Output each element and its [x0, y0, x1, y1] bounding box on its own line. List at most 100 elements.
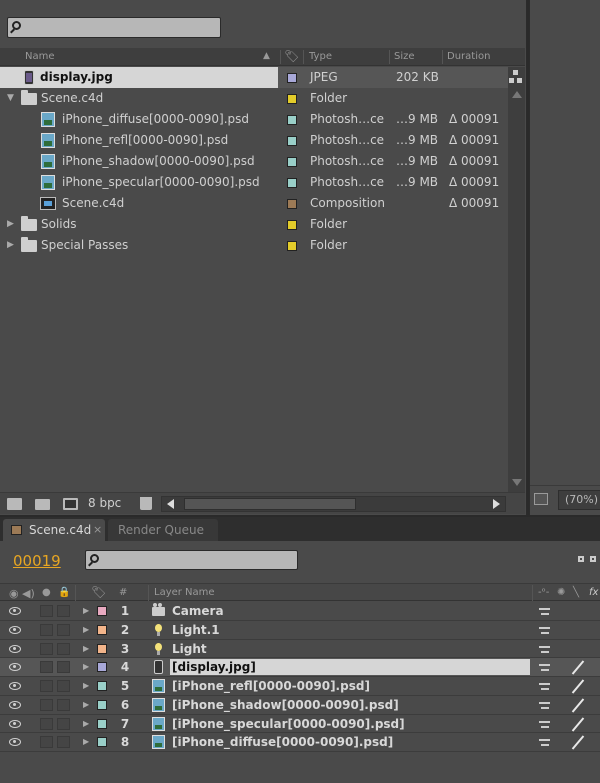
scroll-down-arrow-icon[interactable]: [512, 479, 522, 486]
eye-icon[interactable]: [9, 644, 21, 653]
scroll-right-arrow-icon[interactable]: [493, 499, 500, 509]
flowchart-icon[interactable]: [509, 70, 523, 84]
solo-box[interactable]: [40, 736, 53, 749]
layer-row[interactable]: ▶ 1 Camera: [0, 602, 600, 621]
timeline-search-input[interactable]: [85, 550, 298, 570]
eye-icon[interactable]: [9, 738, 21, 747]
quality-toggle-icon[interactable]: [571, 717, 585, 731]
eye-icon[interactable]: [9, 700, 21, 709]
collapsed-triangle-icon[interactable]: ▶: [83, 677, 89, 695]
shy-toggle[interactable]: [538, 681, 552, 691]
project-item[interactable]: ▶ Solids Folder: [0, 214, 508, 235]
bit-depth-button[interactable]: 8 bpc: [88, 496, 121, 510]
collapsed-triangle-icon[interactable]: ▶: [83, 640, 89, 658]
label-color-swatch[interactable]: [287, 136, 297, 146]
layer-row[interactable]: ▶ 5 [iPhone_refl[0000-0090].psd]: [0, 677, 600, 696]
column-layer-name[interactable]: Layer Name: [154, 587, 215, 598]
new-composition-icon[interactable]: [63, 498, 78, 510]
lock-box[interactable]: [57, 623, 70, 636]
project-horizontal-scrollbar[interactable]: [161, 496, 506, 512]
solo-box[interactable]: [40, 605, 53, 617]
column-name[interactable]: Name: [25, 51, 55, 62]
shy-toggle[interactable]: [538, 606, 552, 616]
collapsed-triangle-icon[interactable]: ▶: [7, 235, 14, 256]
layer-row[interactable]: ▶ 4 [display.jpg]: [0, 658, 600, 677]
region-of-interest-icon[interactable]: [534, 493, 548, 505]
comp-flowchart-icon[interactable]: [578, 554, 600, 566]
solo-box[interactable]: [40, 623, 53, 636]
quality-toggle-icon[interactable]: [571, 735, 585, 749]
collapsed-triangle-icon[interactable]: ▶: [83, 621, 89, 639]
collapsed-triangle-icon[interactable]: ▶: [83, 715, 89, 733]
label-color-swatch[interactable]: [287, 220, 297, 230]
label-color-swatch[interactable]: [287, 73, 297, 83]
project-item[interactable]: Scene.c4d Composition Δ 00091: [0, 193, 508, 214]
collapsed-triangle-icon[interactable]: ▶: [83, 602, 89, 620]
eye-icon[interactable]: [9, 607, 21, 615]
close-icon[interactable]: ×: [93, 519, 102, 541]
new-folder-icon[interactable]: [35, 499, 50, 510]
scroll-left-arrow-icon[interactable]: [167, 499, 174, 509]
lock-box[interactable]: [57, 661, 70, 674]
collapsed-triangle-icon[interactable]: ▶: [7, 214, 14, 235]
eye-icon[interactable]: [9, 625, 21, 634]
project-item[interactable]: ▶ Special Passes Folder: [0, 235, 508, 256]
sort-ascending-icon[interactable]: ▲: [263, 51, 270, 61]
expanded-triangle-icon[interactable]: ▼: [7, 88, 14, 109]
solo-box[interactable]: [40, 698, 53, 711]
label-color-swatch[interactable]: [97, 624, 107, 635]
lock-icon[interactable]: 🔒: [58, 587, 70, 598]
project-item[interactable]: iPhone_diffuse[0000-0090].psd Photosh…ce…: [0, 109, 508, 130]
collapsed-triangle-icon[interactable]: ▶: [83, 733, 89, 751]
quality-toggle-icon[interactable]: [571, 698, 585, 712]
shy-switch-icon[interactable]: -ᵒ-: [538, 587, 549, 598]
magnification-dropdown[interactable]: (70%): [558, 490, 600, 510]
scroll-up-arrow-icon[interactable]: [512, 91, 522, 98]
layer-row[interactable]: ▶ 3 Light: [0, 640, 600, 659]
collapsed-triangle-icon[interactable]: ▶: [83, 696, 89, 714]
layer-row[interactable]: ▶ 8 [iPhone_diffuse[0000-0090].psd]: [0, 733, 600, 752]
label-color-swatch[interactable]: [97, 606, 107, 616]
project-vertical-scrollbar[interactable]: [508, 67, 525, 492]
project-search-input[interactable]: [7, 17, 221, 38]
label-color-swatch[interactable]: [97, 737, 107, 748]
video-switch-icon[interactable]: ◉: [9, 587, 19, 600]
lock-box[interactable]: [57, 698, 70, 711]
current-time-display[interactable]: 00019: [13, 552, 61, 570]
label-color-swatch[interactable]: [97, 718, 107, 729]
project-item[interactable]: ▼ Scene.c4d Folder: [0, 88, 508, 109]
shy-toggle[interactable]: [538, 719, 552, 729]
shy-toggle[interactable]: [538, 700, 552, 710]
shy-toggle[interactable]: [538, 625, 552, 635]
tab-scene-c4d[interactable]: Scene.c4d ×: [3, 519, 105, 541]
project-item[interactable]: iPhone_specular[0000-0090].psd Photosh…c…: [0, 172, 508, 193]
eye-icon[interactable]: [9, 682, 21, 690]
lock-box[interactable]: [57, 736, 70, 749]
collapse-switch-icon[interactable]: ✺: [557, 587, 565, 598]
interpret-footage-icon[interactable]: [7, 498, 22, 510]
label-color-swatch[interactable]: [97, 699, 107, 710]
label-color-swatch[interactable]: [287, 178, 297, 188]
solo-box[interactable]: [40, 661, 53, 674]
eye-icon[interactable]: [9, 663, 21, 672]
label-color-swatch[interactable]: [97, 662, 107, 673]
solo-switch-icon[interactable]: ●: [42, 587, 51, 598]
audio-switch-icon[interactable]: ◀): [22, 587, 35, 600]
column-type[interactable]: Type: [309, 51, 332, 62]
project-item[interactable]: iPhone_refl[0000-0090].psd Photosh…ce …9…: [0, 130, 508, 151]
lock-box[interactable]: [57, 717, 70, 730]
layer-row[interactable]: ▶ 2 Light.1: [0, 621, 600, 640]
quality-toggle-icon[interactable]: [571, 679, 585, 693]
label-color-swatch[interactable]: [287, 94, 297, 104]
label-tag-icon[interactable]: 🏷: [91, 585, 106, 599]
lock-box[interactable]: [57, 680, 70, 692]
effects-switch-icon[interactable]: fx: [589, 587, 598, 598]
label-color-swatch[interactable]: [97, 643, 107, 654]
label-color-swatch[interactable]: [97, 681, 107, 691]
layer-row[interactable]: ▶ 7 [iPhone_specular[0000-0090].psd]: [0, 715, 600, 734]
solo-box[interactable]: [40, 717, 53, 730]
project-item[interactable]: display.jpg JPEG 202 KB: [0, 67, 508, 88]
collapsed-triangle-icon[interactable]: ▶: [83, 658, 89, 676]
project-item[interactable]: iPhone_shadow[0000-0090].psd Photosh…ce …: [0, 151, 508, 172]
shy-toggle[interactable]: [538, 737, 552, 747]
